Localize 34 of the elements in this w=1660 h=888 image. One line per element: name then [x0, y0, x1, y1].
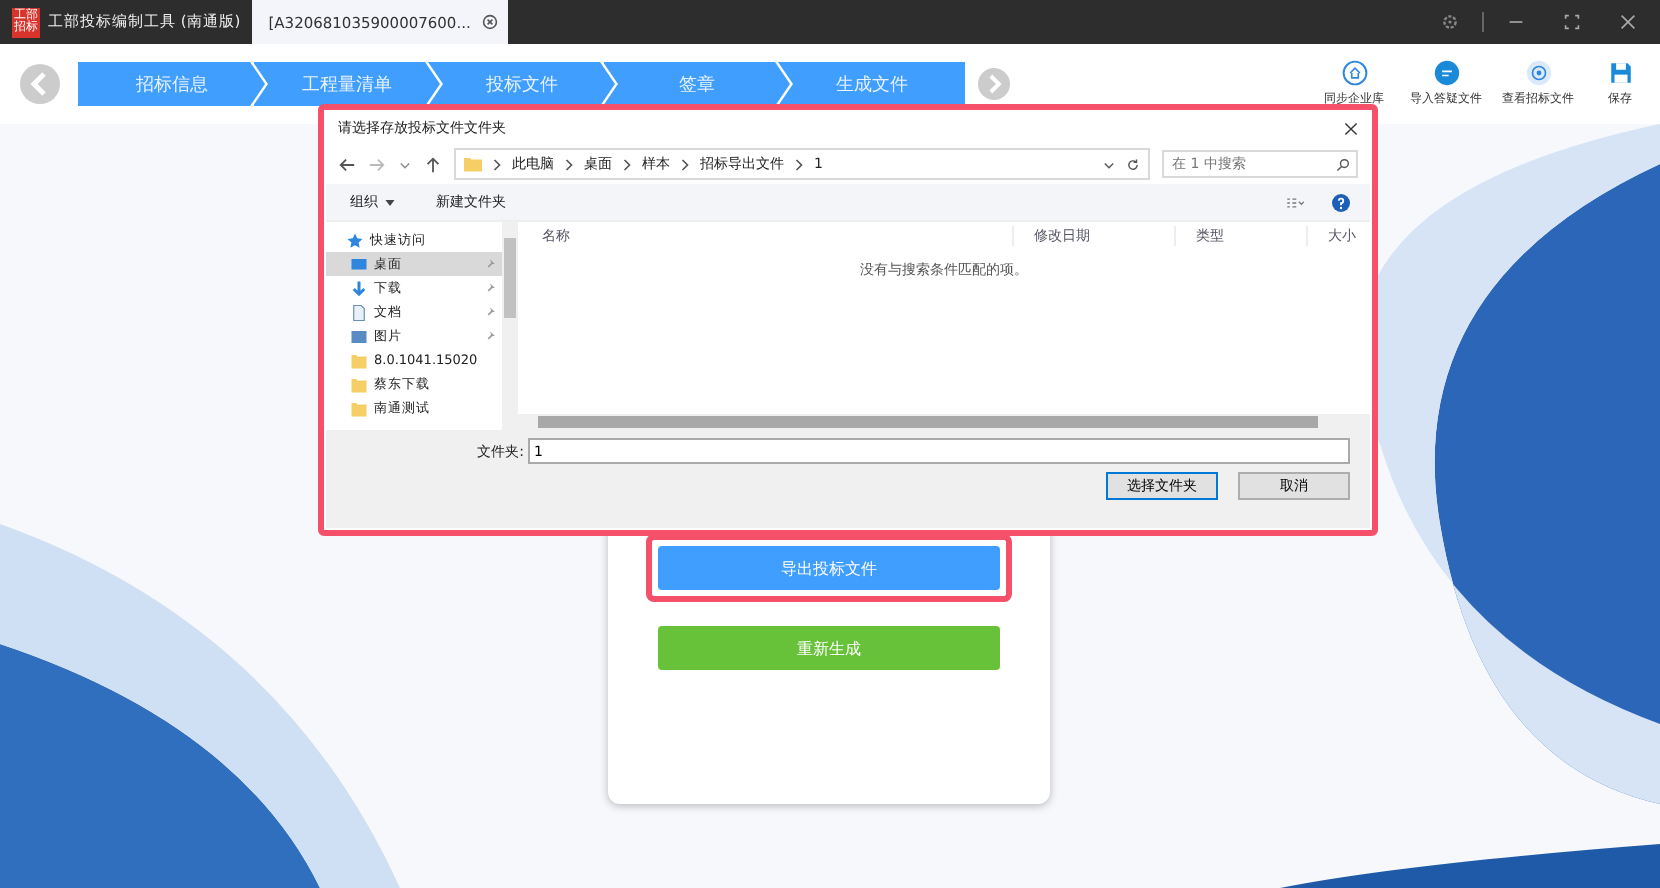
chevron-down-icon[interactable]	[398, 157, 412, 171]
settings-icon[interactable]	[1442, 14, 1458, 30]
chevron-down-icon[interactable]	[1102, 157, 1116, 171]
close-icon[interactable]	[1344, 121, 1358, 135]
chevron-right-icon	[622, 157, 632, 171]
document-icon	[350, 303, 368, 321]
help-icon[interactable]	[1332, 193, 1350, 211]
monitor-icon	[350, 255, 368, 273]
up-arrow-icon[interactable]	[424, 155, 442, 173]
target-icon	[1525, 60, 1551, 86]
star-icon	[346, 231, 364, 249]
search-icon	[1336, 157, 1350, 171]
pin-icon[interactable]	[484, 330, 496, 342]
folder-icon	[464, 156, 482, 172]
sync-icon	[1341, 60, 1367, 86]
speech-bubble-icon	[1433, 60, 1459, 86]
pin-icon[interactable]	[484, 282, 496, 294]
vertical-scrollbar[interactable]	[502, 222, 518, 430]
chevron-right-icon	[564, 157, 574, 171]
view-options-icon[interactable]	[1286, 193, 1304, 211]
chevron-right-icon	[794, 157, 804, 171]
save-icon	[1607, 60, 1633, 86]
close-icon[interactable]	[1620, 14, 1636, 30]
close-icon[interactable]	[482, 14, 499, 30]
refresh-icon[interactable]	[1126, 157, 1140, 171]
caret-icon	[384, 197, 396, 207]
back-arrow-icon[interactable]	[338, 155, 356, 173]
horizontal-scrollbar[interactable]	[518, 414, 1370, 430]
chevron-right-icon	[680, 157, 690, 171]
chevron-right-icon	[492, 157, 502, 171]
picture-icon	[350, 327, 368, 345]
pin-icon[interactable]	[484, 306, 496, 318]
down-arrow-icon	[350, 279, 368, 297]
maximize-icon[interactable]	[1564, 14, 1580, 30]
